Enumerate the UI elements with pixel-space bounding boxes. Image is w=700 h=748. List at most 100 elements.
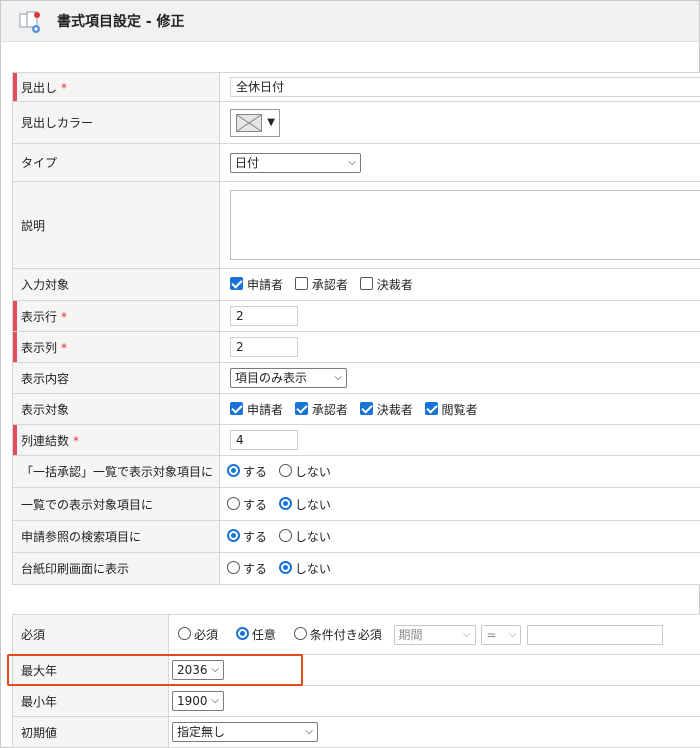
- row-display-content: 表示内容 項目のみ表示 ⌵: [12, 362, 700, 394]
- radio-icon: [227, 561, 240, 574]
- input-target-decider[interactable]: 決裁者: [359, 276, 413, 293]
- display-content-label: 表示内容: [12, 362, 220, 394]
- chevron-down-icon: ⌵: [462, 628, 471, 640]
- heading-input[interactable]: 全休日付: [230, 77, 700, 97]
- radio-selected-icon: [235, 627, 249, 640]
- print-display-yes[interactable]: する: [227, 560, 267, 577]
- checkbox-icon: [359, 277, 373, 290]
- row-type: タイプ 日付 ⌵: [12, 143, 700, 182]
- display-target-decider[interactable]: 決裁者: [359, 401, 413, 418]
- input-target-options: 申請者 承認者 決裁者: [219, 268, 700, 301]
- radio-icon: [227, 496, 240, 510]
- chevron-down-icon: ⌵: [348, 156, 356, 168]
- initial-value-label: 初期値: [12, 716, 169, 748]
- condition-operator-select[interactable]: = ⌵: [481, 624, 522, 645]
- radio-selected-icon: [278, 561, 292, 574]
- row-search-item: 申請参照の検索項目に する しない: [12, 520, 700, 553]
- type-select[interactable]: 日付 ⌵: [230, 152, 361, 173]
- type-label: タイプ: [12, 143, 220, 182]
- heading-color-label: 見出しカラー: [12, 101, 220, 144]
- display-target-approver[interactable]: 承認者: [294, 401, 348, 418]
- form-settings-icon: [19, 11, 40, 33]
- heading-label: 見出し *: [12, 72, 220, 102]
- row-min-year: 最小年 1900 ⌵: [12, 685, 700, 717]
- condition-field-select[interactable]: 期間 ⌵: [393, 624, 476, 645]
- description-textarea[interactable]: [230, 190, 700, 260]
- required-option-conditional[interactable]: 条件付き必須: [293, 626, 382, 643]
- bulk-approve-options: する しない: [219, 455, 700, 488]
- radio-selected-icon: [278, 496, 292, 510]
- checkbox-checked-icon: [294, 401, 308, 415]
- required-option-optional[interactable]: 任意: [235, 626, 276, 643]
- search-item-label: 申請参照の検索項目に: [12, 520, 220, 553]
- row-list-display: 一覧での表示対象項目に する しない: [12, 487, 700, 521]
- radio-icon: [278, 464, 292, 477]
- display-target-applicant[interactable]: 申請者: [230, 401, 283, 418]
- min-year-select[interactable]: 1900 ⌵: [172, 691, 224, 711]
- bulk-approve-yes[interactable]: する: [227, 463, 267, 480]
- radio-selected-icon: [227, 464, 240, 477]
- required-options: 必須 任意 条件付き必須 期間 ⌵ = ⌵: [168, 614, 700, 655]
- display-target-label: 表示対象: [12, 393, 220, 425]
- checkbox-icon: [294, 277, 308, 290]
- checkbox-checked-icon: [230, 401, 243, 415]
- row-heading-color: 見出しカラー ▼: [12, 101, 700, 144]
- display-row-input[interactable]: 2: [230, 306, 298, 326]
- heading-color-picker[interactable]: ▼: [230, 108, 280, 137]
- col-span-label: 列連結数 *: [12, 424, 220, 456]
- radio-selected-icon: [227, 529, 240, 542]
- search-item-options: する しない: [219, 520, 700, 553]
- chevron-down-icon: ⌵: [508, 628, 517, 640]
- display-content-select[interactable]: 項目のみ表示 ⌵: [230, 368, 347, 388]
- basic-settings-table: 見出し * 全休日付 見出しカラー ▼ タイプ 日付 ⌵ 説明 入力対象 申請者 承…: [12, 72, 700, 585]
- input-target-approver[interactable]: 承認者: [294, 276, 348, 293]
- input-target-applicant[interactable]: 申請者: [230, 276, 283, 293]
- print-display-options: する しない: [219, 552, 700, 585]
- max-year-highlight-box: [7, 654, 303, 686]
- row-display-target: 表示対象 申請者 承認者 決裁者 閲覧者: [12, 393, 700, 425]
- input-target-label: 入力対象: [12, 268, 220, 301]
- row-display-row: 表示行 * 2: [12, 300, 700, 332]
- required-option-mandatory[interactable]: 必須: [178, 626, 218, 643]
- row-heading: 見出し * 全休日付: [12, 72, 700, 102]
- row-display-col: 表示列 * 2: [12, 331, 700, 363]
- min-year-label: 最小年: [12, 685, 169, 717]
- radio-icon: [278, 529, 292, 542]
- search-item-no[interactable]: しない: [278, 528, 331, 545]
- row-print-display: 台紙印刷画面に表示 する しない: [12, 552, 700, 585]
- condition-value-input[interactable]: [527, 624, 664, 645]
- list-display-label: 一覧での表示対象項目に: [12, 487, 220, 521]
- row-col-span: 列連結数 * 4: [12, 424, 700, 456]
- display-row-label: 表示行 *: [12, 300, 220, 332]
- list-display-no[interactable]: しない: [278, 496, 331, 513]
- radio-icon: [293, 627, 307, 640]
- display-col-input[interactable]: 2: [230, 337, 298, 357]
- chevron-down-icon: ⌵: [305, 726, 313, 737]
- row-initial-value: 初期値 指定無し ⌵: [12, 716, 700, 748]
- checkbox-checked-icon: [359, 401, 373, 415]
- row-required: 必須 必須 任意 条件付き必須 期間 ⌵ = ⌵: [12, 614, 700, 655]
- page-title: 書式項目設定 - 修正: [57, 14, 185, 30]
- print-display-no[interactable]: しない: [278, 560, 331, 577]
- search-item-yes[interactable]: する: [227, 528, 267, 545]
- no-color-icon: [236, 113, 262, 132]
- row-input-target: 入力対象 申請者 承認者 決裁者: [12, 268, 700, 301]
- caret-down-icon: ▼: [267, 116, 275, 128]
- initial-value-select[interactable]: 指定無し ⌵: [172, 722, 318, 742]
- required-label: 必須: [12, 614, 169, 655]
- title-bar: 書式項目設定 - 修正: [1, 1, 699, 42]
- chevron-down-icon: ⌵: [334, 372, 342, 383]
- bulk-approve-label: 「一括承認」一覧で表示対象項目に: [12, 455, 220, 488]
- checkbox-checked-icon: [230, 277, 243, 290]
- row-bulk-approve: 「一括承認」一覧で表示対象項目に する しない: [12, 455, 700, 488]
- display-target-viewer[interactable]: 閲覧者: [424, 401, 478, 418]
- list-display-yes[interactable]: する: [227, 496, 267, 513]
- bulk-approve-no[interactable]: しない: [278, 463, 331, 480]
- display-target-options: 申請者 承認者 決裁者 閲覧者: [219, 393, 700, 425]
- row-description: 説明: [12, 181, 700, 269]
- list-display-options: する しない: [219, 487, 700, 521]
- display-col-label: 表示列 *: [12, 331, 220, 363]
- chevron-down-icon: ⌵: [211, 695, 219, 706]
- radio-icon: [178, 627, 191, 640]
- col-span-input[interactable]: 4: [230, 430, 298, 450]
